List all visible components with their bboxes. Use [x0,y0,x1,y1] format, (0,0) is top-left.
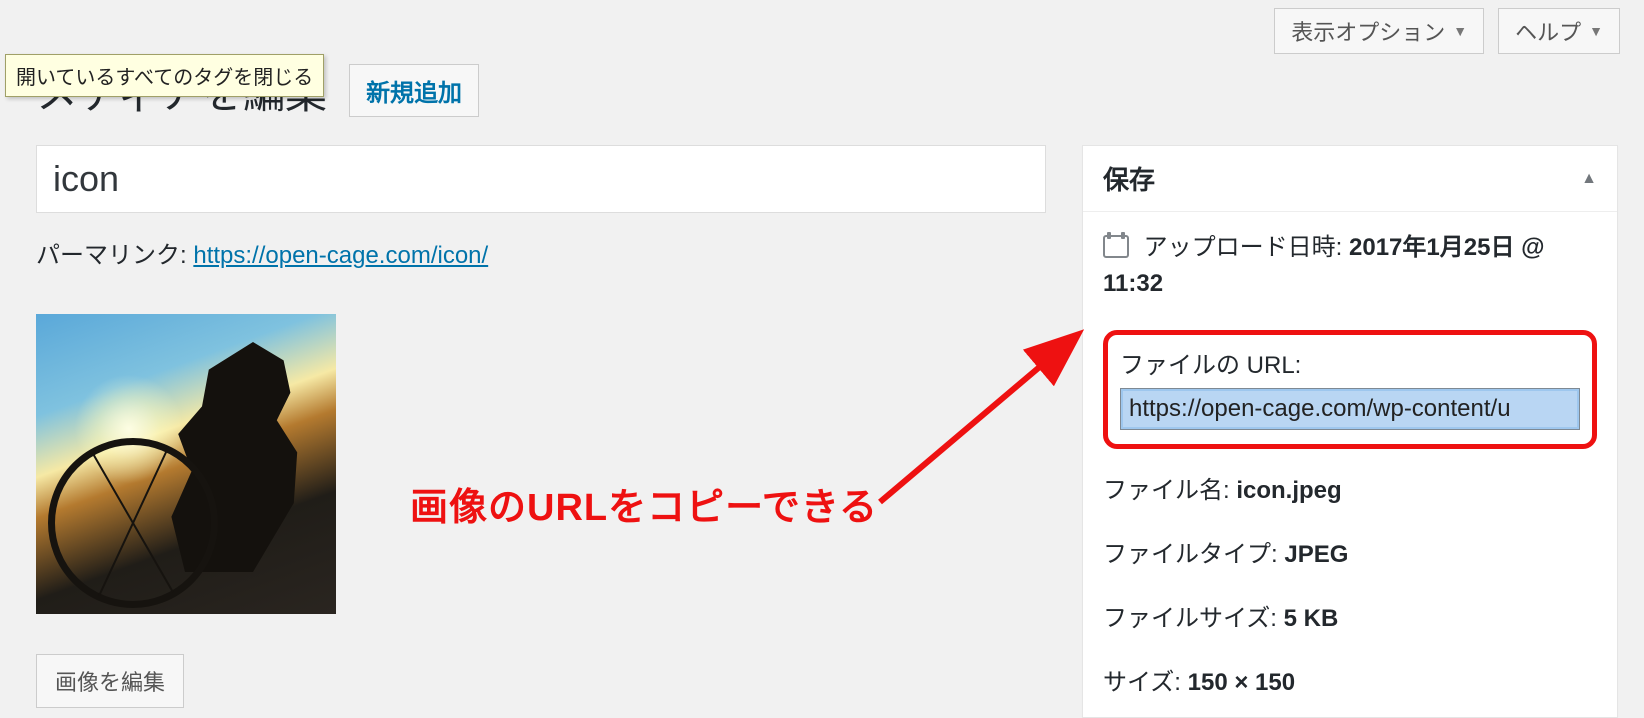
file-size-label: ファイルサイズ: [1103,605,1277,632]
file-name-row: ファイル名: icon.jpeg [1103,473,1597,509]
permalink-link[interactable]: https://open-cage.com/icon/ [193,242,488,269]
file-url-highlight: ファイルの URL: [1103,330,1597,449]
permalink-label: パーマリンク: [36,242,187,269]
file-name-label: ファイル名: [1103,477,1230,504]
edit-image-button[interactable]: 画像を編集 [36,654,184,708]
file-size-row: ファイルサイズ: 5 KB [1103,601,1597,637]
file-url-label: ファイルの URL: [1120,345,1580,380]
screen-meta-bar: 表示オプション ▼ ヘルプ ▼ [0,0,1644,54]
postbox-toggle-icon[interactable]: ▲ [1581,170,1597,188]
sidebar-column: 保存 ▲ アップロード日時: 2017年1月25日 @ 11:32 ファイルの … [1082,145,1618,718]
chevron-down-icon: ▼ [1453,23,1467,39]
screen-options-label: 表示オプション [1291,15,1445,47]
attachment-image-preview [36,314,336,614]
chevron-down-icon: ▼ [1589,23,1603,39]
dimensions-label: サイズ: [1103,669,1181,696]
calendar-icon [1103,232,1129,258]
file-name-value: icon.jpeg [1236,477,1341,504]
save-postbox-body: アップロード日時: 2017年1月25日 @ 11:32 ファイルの URL: … [1083,212,1617,717]
file-type-label: ファイルタイプ: [1103,541,1278,568]
permalink-row: パーマリンク: https://open-cage.com/icon/ [36,235,1046,270]
attachment-title-input[interactable] [36,145,1046,213]
uploaded-on-row: アップロード日時: 2017年1月25日 @ 11:32 [1103,230,1597,302]
help-button[interactable]: ヘルプ ▼ [1498,8,1620,54]
wheel-decoration [48,438,218,608]
save-heading: 保存 [1103,160,1155,197]
add-new-button[interactable]: 新規追加 [349,64,479,117]
close-tags-tooltip: 開いているすべてのタグを閉じる [5,54,324,97]
save-postbox: 保存 ▲ アップロード日時: 2017年1月25日 @ 11:32 ファイルの … [1082,145,1618,718]
help-label: ヘルプ [1515,15,1581,47]
dimensions-value: 150 × 150 [1188,669,1295,696]
uploaded-on-label: アップロード日時: [1144,234,1343,261]
file-url-input[interactable] [1120,388,1580,430]
annotation-text: 画像のURLをコピーできる [410,476,878,531]
save-postbox-header: 保存 ▲ [1083,146,1617,212]
main-column: パーマリンク: https://open-cage.com/icon/ 画像を編… [36,145,1046,708]
screen-options-button[interactable]: 表示オプション ▼ [1274,8,1484,54]
file-size-value: 5 KB [1284,605,1339,632]
dimensions-row: サイズ: 150 × 150 [1103,665,1597,701]
file-type-value: JPEG [1284,541,1348,568]
file-type-row: ファイルタイプ: JPEG [1103,537,1597,573]
